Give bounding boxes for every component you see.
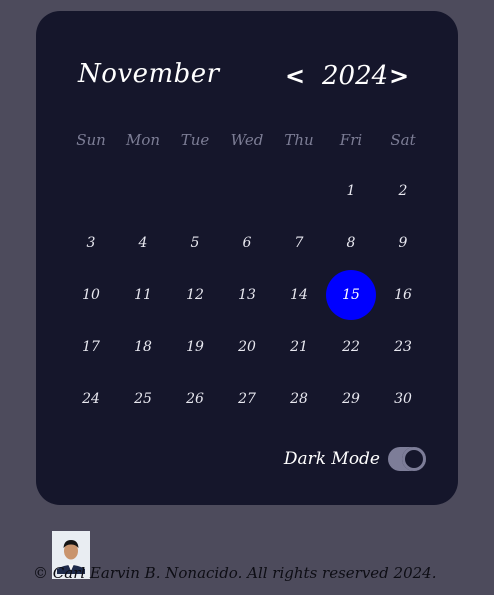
next-year-button[interactable]: > — [389, 59, 409, 93]
day-cell[interactable]: 20 — [221, 321, 273, 373]
day-cell[interactable]: 3 — [65, 217, 117, 269]
year-label: 2024 — [322, 61, 389, 91]
day-number: 3 — [86, 235, 96, 251]
day-cell[interactable]: 30 — [377, 373, 429, 425]
day-cell[interactable]: 25 — [117, 373, 169, 425]
weekday-fri: Fri — [339, 131, 363, 149]
copyright-text: © Carl Earvin B. Nonacido. All rights re… — [33, 564, 437, 582]
toggle-knob — [402, 447, 426, 471]
day-number: 21 — [290, 339, 308, 355]
day-cell[interactable]: 9 — [377, 217, 429, 269]
day-cell[interactable]: 13 — [221, 269, 273, 321]
day-cell[interactable]: 11 — [117, 269, 169, 321]
empty-day-cell — [273, 165, 325, 217]
calendar-card: November < 2024 > Sun Mon Tue Wed Thu Fri Sat … — [36, 11, 458, 505]
day-number: 28 — [290, 391, 308, 407]
day-number: 10 — [82, 287, 100, 303]
day-number: 18 — [134, 339, 152, 355]
day-number: 25 — [134, 391, 152, 407]
calendar-header: November < 2024 > — [36, 59, 458, 99]
empty-day-cell — [65, 165, 117, 217]
weekday-header-row: Sun Mon Tue Wed Thu Fri Sat — [65, 131, 429, 149]
dark-mode-label: Dark Mode — [283, 449, 380, 469]
day-number: 12 — [186, 287, 204, 303]
day-number: 4 — [138, 235, 148, 251]
day-grid: 1 2 3 4 5 6 7 8 9 10 11 12 13 14 15 16 17 18 19 20 21 22 23 24 2… — [65, 165, 429, 425]
day-cell[interactable]: 6 — [221, 217, 273, 269]
weekday-mon: Mon — [125, 131, 161, 149]
day-cell[interactable]: 19 — [169, 321, 221, 373]
day-number: 9 — [398, 235, 408, 251]
day-number: 1 — [346, 183, 356, 199]
day-number: 5 — [190, 235, 200, 251]
day-number: 17 — [82, 339, 100, 355]
day-cell[interactable]: 12 — [169, 269, 221, 321]
prev-year-button[interactable]: < — [285, 59, 305, 93]
day-number: 27 — [238, 391, 256, 407]
day-cell[interactable]: 24 — [65, 373, 117, 425]
day-number: 6 — [242, 235, 252, 251]
day-cell[interactable]: 18 — [117, 321, 169, 373]
weekday-thu: Thu — [284, 131, 314, 149]
footer: © Carl Earvin B. Nonacido. All rights re… — [0, 530, 494, 590]
day-cell[interactable]: 29 — [325, 373, 377, 425]
weekday-sun: Sun — [76, 131, 106, 149]
day-number: 26 — [186, 391, 204, 407]
dark-mode-control: Dark Mode — [284, 445, 426, 473]
day-number: 16 — [394, 287, 412, 303]
day-number: 20 — [238, 339, 256, 355]
day-number: 7 — [294, 235, 304, 251]
weekday-sat: Sat — [390, 131, 416, 149]
day-cell-today[interactable]: 15 — [325, 269, 377, 321]
day-cell[interactable]: 7 — [273, 217, 325, 269]
day-number: 13 — [238, 287, 256, 303]
day-number: 8 — [346, 235, 356, 251]
dark-mode-toggle[interactable] — [388, 447, 426, 471]
day-cell[interactable]: 28 — [273, 373, 325, 425]
day-cell[interactable]: 23 — [377, 321, 429, 373]
day-cell[interactable]: 1 — [325, 165, 377, 217]
day-cell[interactable]: 27 — [221, 373, 273, 425]
day-cell[interactable]: 10 — [65, 269, 117, 321]
empty-day-cell — [117, 165, 169, 217]
day-cell[interactable]: 4 — [117, 217, 169, 269]
day-number: 14 — [290, 287, 308, 303]
day-number: 22 — [342, 339, 360, 355]
empty-day-cell — [221, 165, 273, 217]
day-cell[interactable]: 21 — [273, 321, 325, 373]
weekday-tue: Tue — [180, 131, 210, 149]
day-cell[interactable]: 5 — [169, 217, 221, 269]
day-number: 24 — [82, 391, 100, 407]
day-cell[interactable]: 14 — [273, 269, 325, 321]
day-number: 29 — [342, 391, 360, 407]
day-cell[interactable]: 8 — [325, 217, 377, 269]
day-number: 11 — [134, 287, 152, 303]
day-number: 2 — [398, 183, 408, 199]
empty-day-cell — [169, 165, 221, 217]
day-number: 23 — [394, 339, 412, 355]
weekday-wed: Wed — [230, 131, 264, 149]
day-number: 30 — [394, 391, 412, 407]
day-cell[interactable]: 2 — [377, 165, 429, 217]
day-number: 15 — [326, 270, 376, 320]
day-number: 19 — [186, 339, 204, 355]
day-cell[interactable]: 17 — [65, 321, 117, 373]
day-cell[interactable]: 26 — [169, 373, 221, 425]
month-title[interactable]: November — [78, 59, 220, 89]
day-cell[interactable]: 22 — [325, 321, 377, 373]
day-cell[interactable]: 16 — [377, 269, 429, 321]
